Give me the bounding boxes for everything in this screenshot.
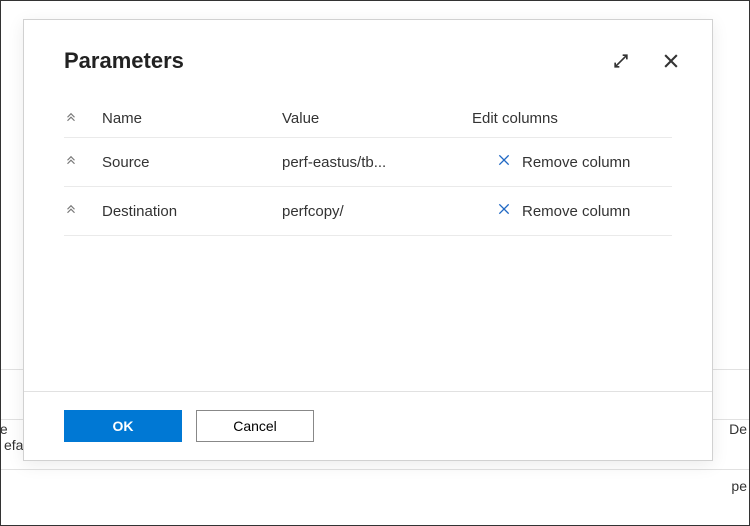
table-row: Destination perfcopy/ Remove column (64, 187, 672, 236)
remove-label: Remove column (522, 203, 630, 220)
remove-label: Remove column (522, 154, 630, 171)
column-header-name[interactable]: Name (102, 110, 282, 127)
dialog-footer: OK Cancel (24, 391, 712, 460)
remove-column-button[interactable]: Remove column (496, 152, 630, 172)
dialog-title: Parameters (64, 48, 610, 74)
ok-button[interactable]: OK (64, 410, 182, 442)
column-header-value[interactable]: Value (282, 110, 472, 127)
row-value: perfcopy/ (282, 203, 472, 220)
column-header-edit[interactable]: Edit columns (472, 110, 672, 127)
row-value: perf-eastus/tb... (282, 154, 472, 171)
x-icon (496, 201, 512, 221)
chevron-up-icon[interactable] (64, 112, 78, 126)
parameters-dialog: Parameters Name Value Edit columns (23, 19, 713, 461)
chevron-up-icon[interactable] (64, 155, 78, 169)
parameters-table: Name Value Edit columns Source perf-east… (24, 82, 712, 391)
close-icon[interactable] (660, 50, 682, 72)
x-icon (496, 152, 512, 172)
table-header-row: Name Value Edit columns (64, 100, 672, 138)
bg-text-frag: pe (731, 478, 747, 494)
row-name: Destination (102, 203, 282, 220)
row-name: Source (102, 154, 282, 171)
remove-column-button[interactable]: Remove column (496, 201, 630, 221)
chevron-up-icon[interactable] (64, 204, 78, 218)
bg-text-frag: De (729, 421, 747, 437)
cancel-button[interactable]: Cancel (196, 410, 314, 442)
table-row: Source perf-eastus/tb... Remove column (64, 138, 672, 187)
bg-text-frag: te (0, 421, 8, 437)
expand-icon[interactable] (610, 50, 632, 72)
dialog-header: Parameters (24, 20, 712, 82)
